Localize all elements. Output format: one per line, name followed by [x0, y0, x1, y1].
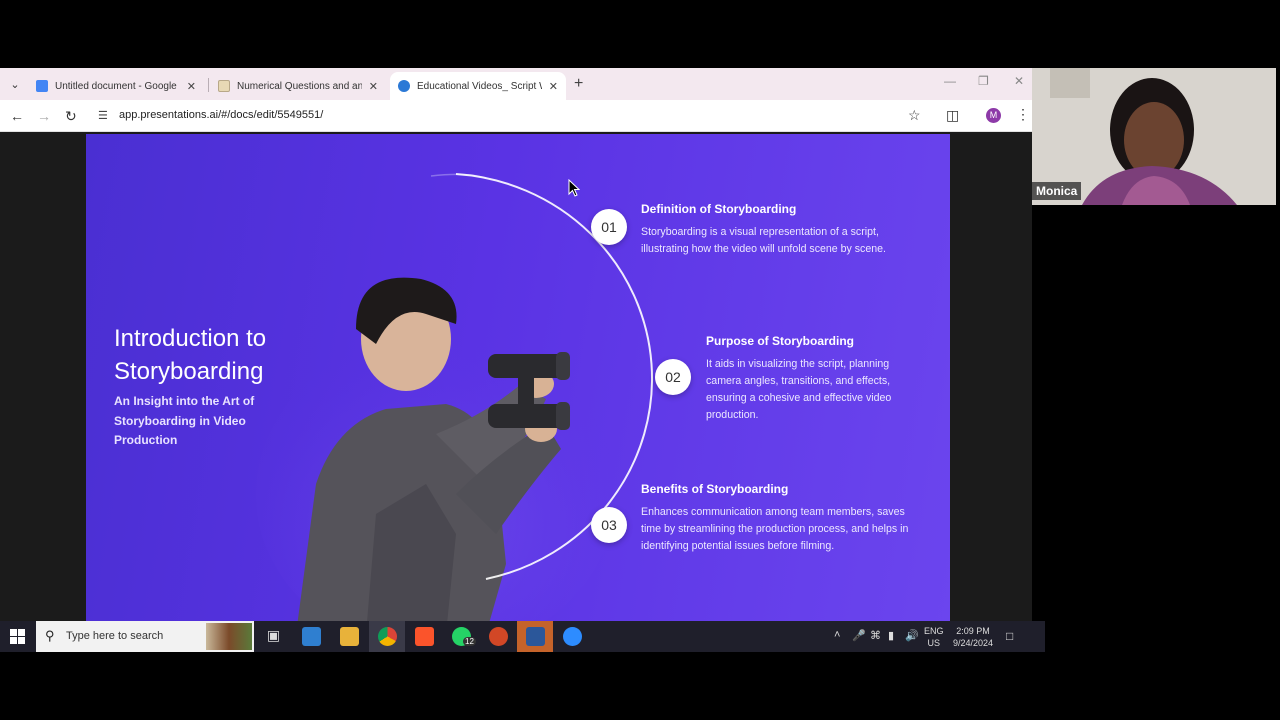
close-tab-icon[interactable]: ✕: [369, 80, 378, 93]
tray-chevron-icon[interactable]: ˄: [834, 629, 840, 641]
tab-title: Educational Videos_ Script Writ: [417, 80, 542, 92]
lang-code: ENG: [924, 626, 944, 636]
section-body-benefits: Enhances communication among team member…: [641, 506, 909, 552]
google-docs-icon: [36, 80, 48, 92]
section-title-benefits: Benefits of Storyboarding: [641, 482, 789, 496]
search-highlight-image: [206, 623, 252, 650]
word-icon[interactable]: [526, 627, 545, 646]
language-indicator[interactable]: ENG US: [924, 625, 944, 649]
participant-name: Monica: [1032, 182, 1082, 200]
section-title-definition: Definition of Storyboarding: [641, 202, 797, 216]
powerpoint-icon[interactable]: [489, 627, 508, 646]
volume-icon[interactable]: 🔊: [905, 629, 919, 642]
whatsapp-badge: 12: [463, 637, 476, 646]
forward-icon[interactable]: →: [37, 108, 51, 124]
presentations-ai-icon: [398, 80, 410, 92]
microphone-icon[interactable]: 🎤: [852, 629, 866, 642]
tab-google-docs[interactable]: Untitled document - Google Do ✕: [28, 72, 204, 100]
extensions-icon[interactable]: ◫: [946, 107, 959, 124]
clock-time: 2:09 PM: [956, 626, 990, 636]
battery-icon[interactable]: ▮: [888, 629, 894, 642]
section-body-definition: Storyboarding is a visual representation…: [641, 226, 886, 255]
search-placeholder: Type here to search: [66, 630, 164, 642]
windows-start-icon[interactable]: [10, 629, 25, 644]
tab-numerical-questions[interactable]: Numerical Questions and answ ✕: [210, 72, 386, 100]
new-tab-button[interactable]: +: [574, 75, 583, 93]
tab-title: Numerical Questions and answ: [237, 80, 362, 92]
document-icon: [218, 80, 230, 92]
menu-icon[interactable]: ⋮: [1016, 106, 1030, 123]
close-window-icon[interactable]: ✕: [1014, 74, 1024, 88]
lang-region: US: [927, 638, 941, 648]
network-icon[interactable]: ⌘: [870, 629, 881, 642]
back-icon[interactable]: ←: [10, 108, 24, 124]
close-tab-icon[interactable]: ✕: [549, 80, 558, 93]
profile-avatar[interactable]: M: [986, 108, 1001, 123]
presentation-slide: Introduction to Storyboarding An Insight…: [86, 134, 950, 621]
taskbar-search-box[interactable]: ⚲ Type here to search: [36, 621, 254, 652]
zoom-icon[interactable]: [563, 627, 582, 646]
bookmark-star-icon[interactable]: ☆: [908, 107, 921, 124]
tab-educational-videos[interactable]: Educational Videos_ Script Writ ✕: [390, 72, 566, 100]
close-tab-icon[interactable]: ✕: [187, 80, 196, 93]
webcam-overlay: Monica: [1032, 68, 1276, 205]
step-number-03: 03: [591, 507, 627, 543]
chrome-icon[interactable]: [378, 627, 397, 646]
mail-icon[interactable]: [302, 627, 321, 646]
address-bar[interactable]: ☰ app.presentations.ai/#/docs/edit/55495…: [92, 103, 932, 129]
restore-icon[interactable]: ❐: [978, 74, 989, 88]
step-number-02: 02: [655, 359, 691, 395]
mouse-cursor-icon: [568, 179, 580, 197]
tab-bar: ⌄ Untitled document - Google Do ✕ Numeri…: [0, 68, 1032, 100]
minimize-icon[interactable]: —: [944, 74, 956, 88]
tab-search-icon[interactable]: ⌄: [6, 76, 24, 94]
url-text[interactable]: app.presentations.ai/#/docs/edit/5549551…: [119, 109, 323, 121]
search-icon: ⚲: [45, 628, 55, 643]
brave-icon[interactable]: [415, 627, 434, 646]
notification-icon[interactable]: □: [1006, 629, 1013, 643]
windows-taskbar: ⚲ Type here to search ▣ 12 ˄ 🎤 ⌘ ▮ 🔊 ENG…: [0, 621, 1045, 652]
tab-title: Untitled document - Google Do: [55, 80, 180, 92]
browser-toolbar: ← → ↻ ☰ app.presentations.ai/#/docs/edit…: [0, 100, 1032, 132]
clock-date: 9/24/2024: [952, 638, 994, 648]
file-explorer-icon[interactable]: [340, 627, 359, 646]
system-clock[interactable]: 2:09 PM 9/24/2024: [952, 625, 994, 649]
section-body-purpose: It aids in visualizing the script, plann…: [706, 358, 892, 421]
task-view-icon[interactable]: ▣: [264, 627, 283, 646]
site-info-icon[interactable]: ☰: [98, 109, 112, 123]
reload-icon[interactable]: ↻: [65, 108, 77, 125]
step-number-01: 01: [591, 209, 627, 245]
tab-separator: [208, 78, 209, 92]
section-title-purpose: Purpose of Storyboarding: [706, 334, 855, 348]
screen-share: ⌄ Untitled document - Google Do ✕ Numeri…: [0, 68, 1032, 652]
